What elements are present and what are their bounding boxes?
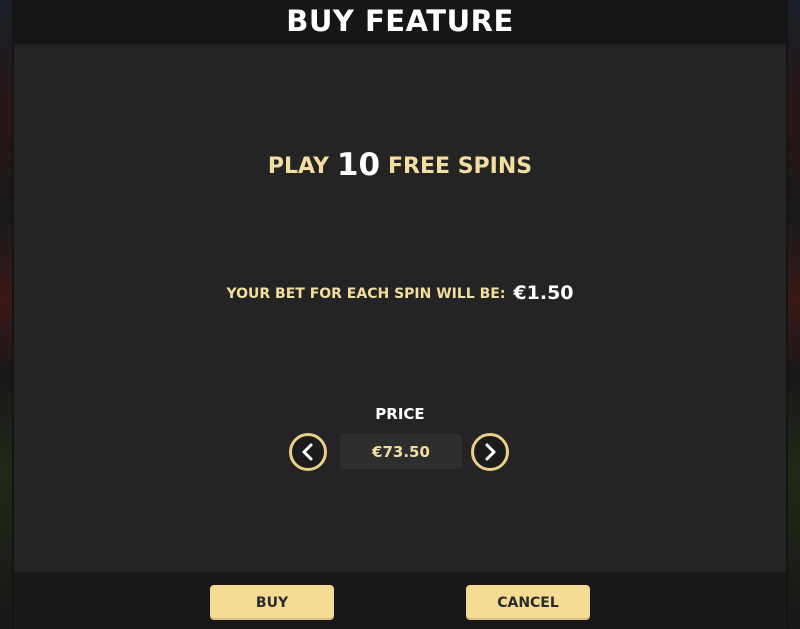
play-prefix: PLAY	[267, 154, 329, 179]
price-value: €73.50	[372, 442, 430, 461]
chevron-left-icon	[302, 443, 313, 461]
chevron-right-icon	[485, 443, 496, 461]
game-screen: BUY FEATURE PLAY 10 FREE SPINS YOUR BET FO…	[0, 0, 800, 629]
price-label: PRICE	[375, 405, 425, 423]
price-decrease-button[interactable]	[289, 433, 327, 471]
dialog-title: BUY FEATURE	[286, 4, 514, 38]
free-spins-count: 10	[336, 147, 381, 183]
free-spins-offer: PLAY 10 FREE SPINS	[14, 147, 786, 185]
bet-label: YOUR BET FOR EACH SPIN WILL BE:	[226, 286, 506, 302]
bet-amount: €1.50	[513, 282, 574, 304]
dialog-footer: BUY CANCEL	[14, 572, 786, 629]
cancel-button[interactable]: CANCEL	[466, 585, 590, 620]
background-game-edge-left	[0, 0, 12, 629]
buy-button[interactable]: BUY	[210, 585, 334, 620]
play-suffix: FREE SPINS	[388, 154, 533, 179]
background-game-edge-right	[788, 0, 800, 629]
price-increase-button[interactable]	[471, 433, 509, 471]
price-value-display: €73.50	[340, 434, 462, 469]
bet-info: YOUR BET FOR EACH SPIN WILL BE: €1.50	[14, 280, 786, 307]
dialog-title-bar: BUY FEATURE	[14, 0, 786, 44]
dialog-content: PLAY 10 FREE SPINS YOUR BET FOR EACH SPIN …	[14, 44, 786, 572]
buy-feature-dialog: BUY FEATURE PLAY 10 FREE SPINS YOUR BET FO…	[14, 0, 786, 629]
